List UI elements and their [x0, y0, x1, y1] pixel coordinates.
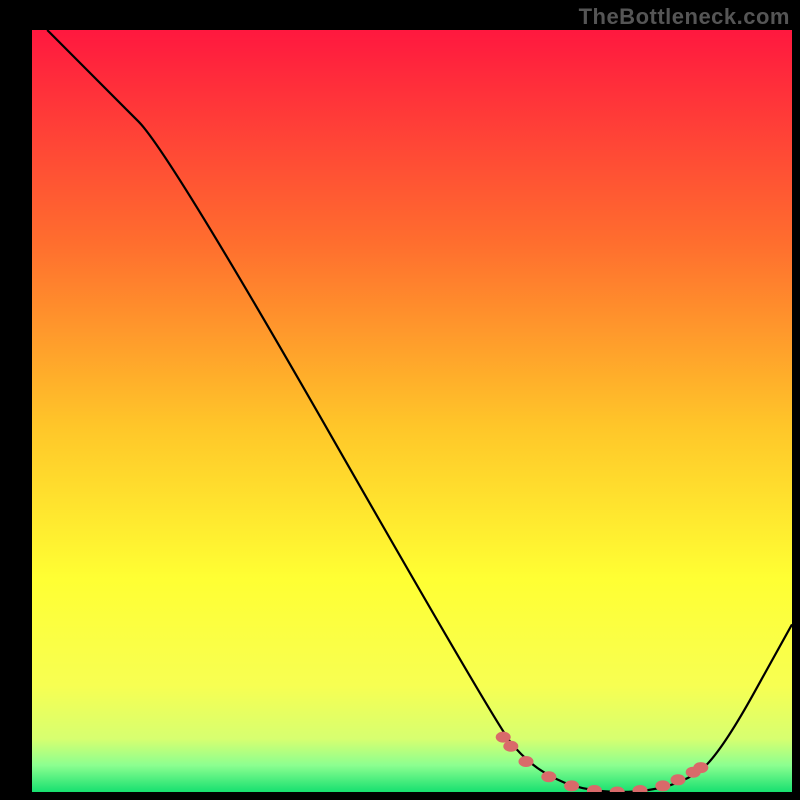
highlight-marker	[587, 785, 602, 796]
highlight-marker	[519, 756, 534, 767]
highlight-marker	[564, 780, 579, 791]
highlight-marker	[633, 785, 648, 796]
highlight-marker	[496, 732, 511, 743]
plot-background	[32, 30, 792, 792]
highlight-marker	[693, 762, 708, 773]
highlight-marker	[655, 780, 670, 791]
watermark-text: TheBottleneck.com	[579, 4, 790, 30]
highlight-marker	[541, 771, 556, 782]
chart-svg	[0, 0, 800, 800]
highlight-marker	[503, 741, 518, 752]
highlight-marker	[610, 787, 625, 798]
highlight-marker	[671, 774, 686, 785]
chart-frame: TheBottleneck.com	[0, 0, 800, 800]
